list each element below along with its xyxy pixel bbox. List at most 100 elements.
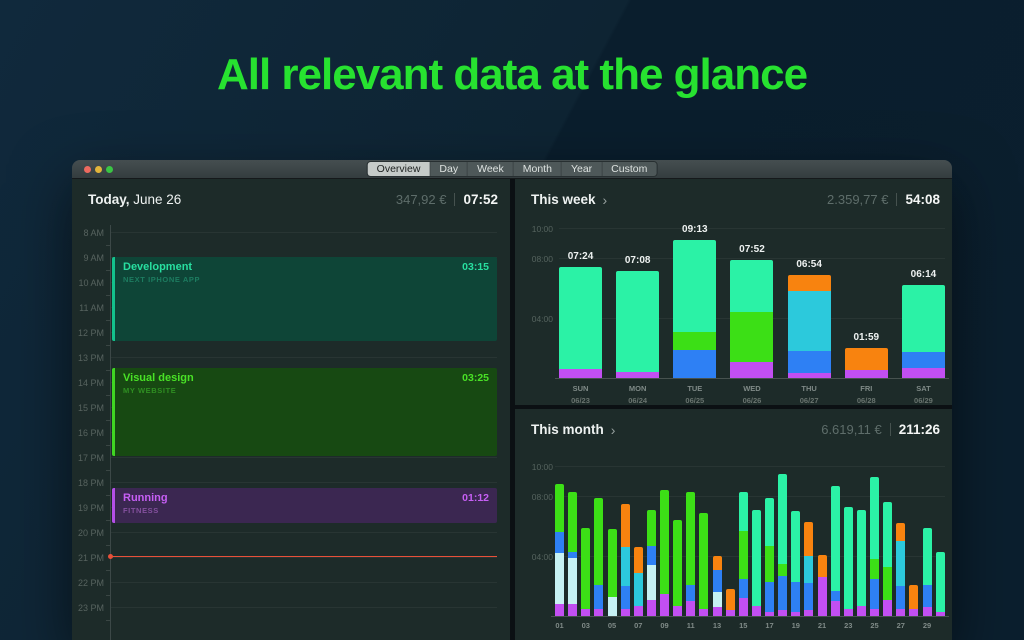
week-bar[interactable]: 07:24 (559, 251, 602, 378)
month-bar[interactable] (830, 485, 840, 616)
tab-year[interactable]: Year (561, 162, 603, 176)
bar-segment-b (765, 581, 774, 612)
xtick-text: MON (628, 384, 647, 393)
event-name: Visual design (123, 372, 194, 385)
bar-segment-p (787, 372, 831, 378)
week-header[interactable]: This week › 2.359,77 € 54:08 (531, 192, 940, 207)
month-xtick-label: 29 (922, 621, 932, 630)
month-bar[interactable] (804, 521, 814, 616)
month-xtick-cell: 29 (923, 621, 932, 630)
bar-segment-p (555, 604, 564, 616)
month-xtick-cell (857, 621, 866, 630)
bar-segment-b (922, 584, 932, 607)
month-header[interactable]: This month › 6.619,11 € 211:26 (531, 422, 940, 437)
bar-segment-o (725, 589, 735, 610)
month-xtick-cell (647, 621, 656, 630)
month-bar[interactable] (896, 523, 906, 616)
month-xtick-cell (726, 621, 735, 630)
timeline-event[interactable]: Development 03:15 NEXT IPHONE APP (112, 257, 497, 341)
month-xtick-label: 03 (581, 621, 590, 630)
month-xtick-label: 19 (791, 621, 800, 630)
month-bar[interactable] (909, 584, 919, 616)
minimize-button[interactable] (95, 166, 102, 173)
month-bar[interactable] (699, 512, 709, 616)
week-bar[interactable]: 07:52 (730, 244, 774, 378)
timeline-hour-line (111, 582, 497, 583)
bar-segment-b (804, 583, 814, 610)
week-bar[interactable]: 09:13 (673, 224, 717, 378)
tab-month[interactable]: Month (513, 162, 562, 176)
month-xtick-cell (831, 621, 840, 630)
month-bar[interactable] (791, 511, 801, 616)
timeline-hour-label: 9 AM (83, 253, 104, 263)
month-bar[interactable] (686, 491, 696, 616)
month-panel: This month › 6.619,11 € 211:26 10:00 08:0… (515, 409, 952, 640)
tab-overview[interactable]: Overview (367, 162, 431, 176)
month-bar[interactable] (581, 527, 591, 616)
month-xtick-cell (804, 621, 813, 630)
today-title-date: June 26 (129, 192, 182, 207)
timeline-hour-label: 14 PM (77, 378, 104, 388)
tab-custom[interactable]: Custom (602, 162, 657, 176)
month-bar[interactable] (594, 497, 604, 616)
timeline-hour-label: 8 AM (83, 228, 104, 238)
bar-segment-p (559, 369, 602, 378)
bar-segment-p (616, 372, 660, 378)
bar-segment-p (725, 610, 735, 616)
bar-value-label: 01:59 (853, 332, 880, 344)
chart-ytick-label: 10:00 (531, 224, 553, 234)
bar-value-label: 07:52 (739, 243, 765, 255)
tab-day[interactable]: Day (430, 162, 469, 176)
week-xtick-label: SUN 06/23 (559, 383, 602, 406)
timeline-event[interactable]: Visual design 03:25 MY WEBSITE (112, 368, 497, 456)
month-title[interactable]: This month (531, 422, 604, 437)
bar-segment-p (712, 607, 722, 616)
week-bar[interactable]: 06:14 (901, 269, 945, 378)
close-button[interactable] (84, 166, 91, 173)
month-bar[interactable] (856, 509, 866, 616)
month-bar[interactable] (870, 476, 879, 616)
month-bar[interactable] (817, 554, 827, 616)
bar-segment-g (686, 491, 696, 585)
timeline-event[interactable]: Running 01:12 FITNESS (112, 488, 497, 524)
bar-segment-c (804, 556, 814, 583)
month-bar[interactable] (778, 473, 788, 616)
chevron-right-icon: › (610, 421, 616, 438)
bar-segment-b (620, 586, 630, 609)
month-bar[interactable] (843, 506, 853, 616)
month-xtick-label: 21 (817, 621, 827, 630)
month-bar[interactable] (660, 490, 669, 616)
month-bar[interactable] (935, 551, 945, 616)
month-bar[interactable] (607, 529, 617, 616)
bar-segment-g (778, 563, 788, 576)
month-bar[interactable] (555, 484, 564, 616)
bar-segment-p (870, 608, 879, 616)
view-tabs: Overview Day Week Month Year Custom (366, 161, 658, 177)
event-name: Development (123, 261, 193, 273)
tab-week[interactable]: Week (468, 162, 514, 176)
month-bar[interactable] (725, 589, 735, 616)
month-duration: 211:26 (898, 422, 940, 437)
bar-segment-p (673, 605, 683, 616)
month-bar[interactable] (751, 509, 761, 616)
month-bar[interactable] (568, 491, 578, 616)
month-bar[interactable] (883, 502, 893, 616)
month-bar[interactable] (738, 491, 748, 616)
week-bar[interactable]: 01:59 (844, 332, 888, 378)
month-bar[interactable] (646, 509, 656, 616)
month-bar[interactable] (620, 503, 630, 616)
week-bar[interactable]: 07:08 (616, 255, 660, 378)
month-values: 6.619,11 € 211:26 (821, 422, 940, 437)
month-bar[interactable] (673, 520, 683, 616)
month-bar[interactable] (712, 556, 722, 616)
week-title[interactable]: This week (531, 192, 596, 207)
zoom-button[interactable] (106, 166, 113, 173)
week-bar[interactable]: 06:54 (787, 259, 831, 378)
xtick-text: 06/28 (856, 395, 876, 405)
month-xtick-label: 23 (844, 621, 853, 630)
chart-xtick-labels: 01 03 05 07 09 11 13 15 17 19 21 23 25 27 29 (555, 621, 945, 630)
month-bar[interactable] (633, 547, 643, 616)
month-bar[interactable] (765, 497, 774, 616)
month-bar[interactable] (922, 527, 932, 616)
bar-segment-lc (568, 557, 578, 604)
